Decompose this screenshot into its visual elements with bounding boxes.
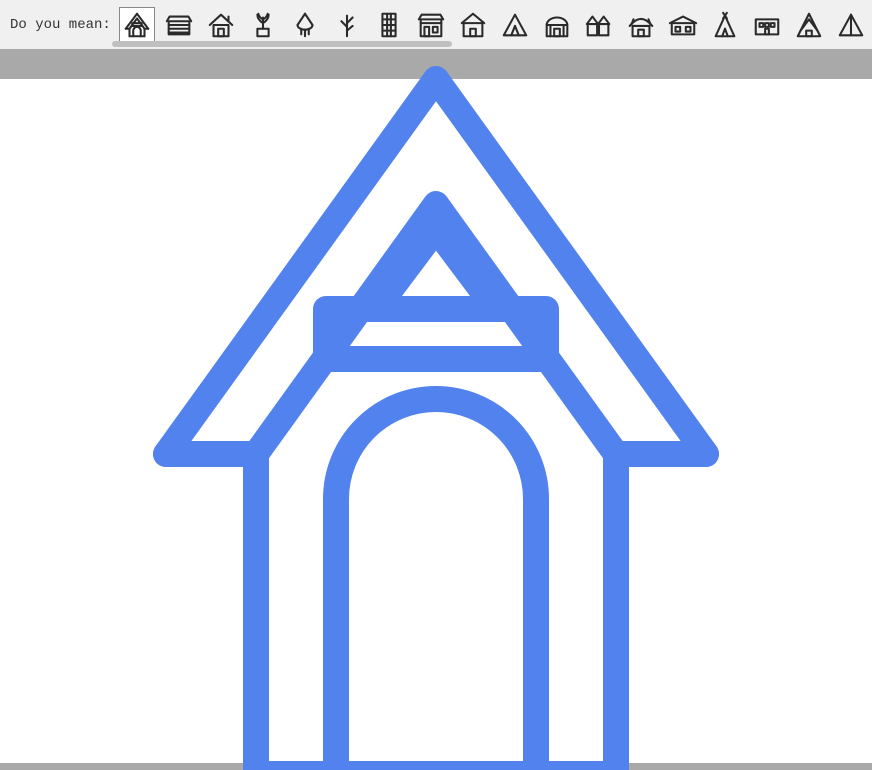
house-icon	[206, 10, 236, 40]
branch-icon	[332, 10, 362, 40]
storefront-icon	[416, 10, 446, 40]
option-row-houses[interactable]	[581, 7, 617, 43]
toolbar-scrollbar[interactable]	[112, 41, 872, 47]
drawing-doghouse-icon	[126, 54, 746, 770]
hut-a-icon	[458, 10, 488, 40]
suggestion-options-row	[119, 7, 869, 43]
option-tent-b[interactable]	[833, 7, 869, 43]
option-flat-building[interactable]	[749, 7, 785, 43]
option-branch[interactable]	[329, 7, 365, 43]
drawing-canvas[interactable]	[0, 79, 872, 763]
option-yurt[interactable]	[539, 7, 575, 43]
option-chalet[interactable]	[791, 7, 827, 43]
option-building-tall[interactable]	[371, 7, 407, 43]
yurt-icon	[542, 10, 572, 40]
building-tall-icon	[374, 10, 404, 40]
tent-b-icon	[836, 10, 866, 40]
potted-plant-icon	[248, 10, 278, 40]
toolbar-prompt: Do you mean:	[10, 17, 111, 33]
thatched-hut-icon	[626, 10, 656, 40]
option-doghouse-a[interactable]	[119, 7, 155, 43]
option-shed[interactable]	[161, 7, 197, 43]
option-thatched-hut[interactable]	[623, 7, 659, 43]
doghouse-a-icon	[122, 10, 152, 40]
shed-icon	[164, 10, 194, 40]
option-house[interactable]	[203, 7, 239, 43]
option-bungalow[interactable]	[665, 7, 701, 43]
teepee-icon	[710, 10, 740, 40]
option-potted-plant[interactable]	[245, 7, 281, 43]
option-tent-a[interactable]	[497, 7, 533, 43]
chalet-icon	[794, 10, 824, 40]
hanging-plant-icon	[290, 10, 320, 40]
option-hut-a[interactable]	[455, 7, 491, 43]
suggestion-toolbar: Do you mean:	[0, 0, 872, 49]
bungalow-icon	[668, 10, 698, 40]
option-teepee[interactable]	[707, 7, 743, 43]
flat-building-icon	[752, 10, 782, 40]
tent-a-icon	[500, 10, 530, 40]
toolbar-scrollbar-thumb[interactable]	[112, 41, 452, 47]
option-hanging-plant[interactable]	[287, 7, 323, 43]
option-storefront[interactable]	[413, 7, 449, 43]
row-houses-icon	[584, 10, 614, 40]
